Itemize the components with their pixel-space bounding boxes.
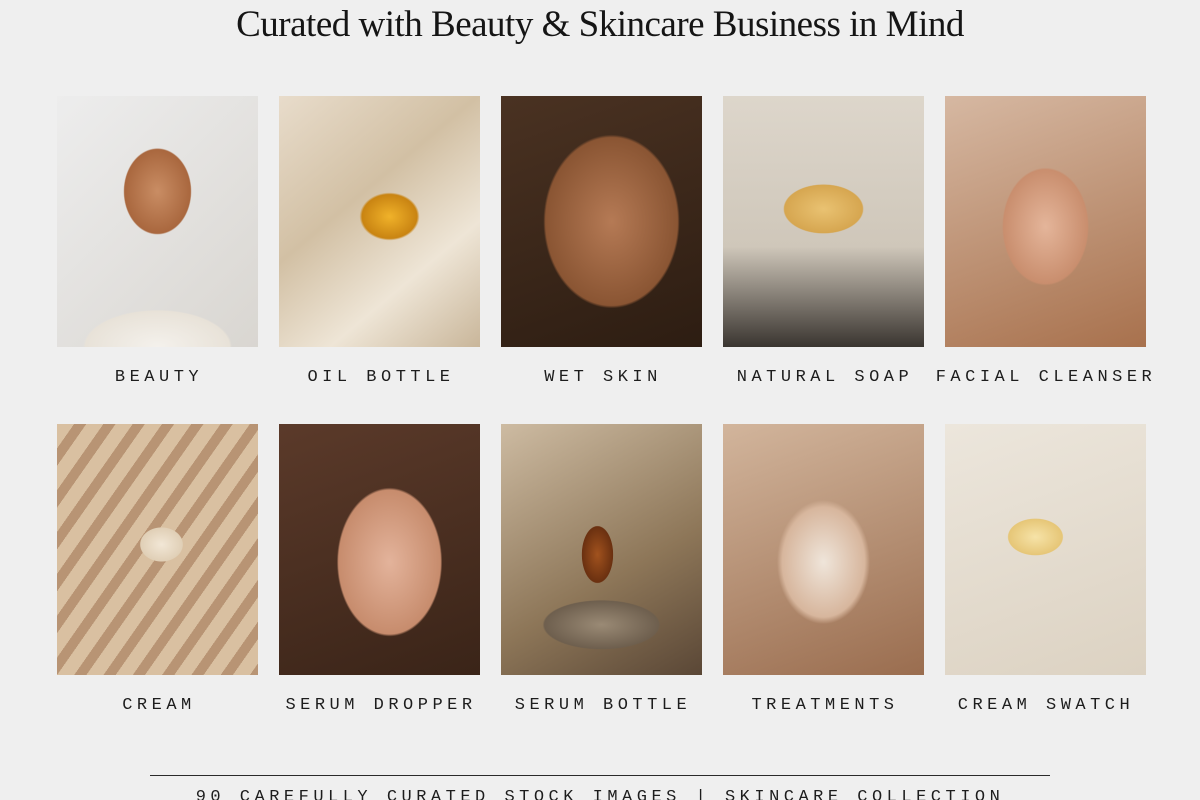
image-treatments[interactable] bbox=[723, 424, 924, 675]
label-wet-skin: WET SKIN bbox=[544, 368, 662, 387]
image-oil-bottle[interactable] bbox=[279, 96, 480, 347]
label-treatments: TREATMENTS bbox=[751, 696, 899, 715]
image-serum-bottle[interactable] bbox=[501, 424, 702, 675]
page-title: Curated with Beauty & Skincare Business … bbox=[236, 4, 964, 45]
image-serum-dropper[interactable] bbox=[279, 424, 480, 675]
label-cream-swatch: CREAM SWATCH bbox=[957, 696, 1135, 715]
label-natural-soap: NATURAL SOAP bbox=[736, 368, 914, 387]
image-facial-cleanser[interactable] bbox=[945, 96, 1146, 347]
label-oil-bottle: OIL BOTTLE bbox=[307, 368, 455, 387]
label-serum-bottle: SERUM BOTTLE bbox=[514, 696, 692, 715]
image-cream[interactable] bbox=[57, 424, 258, 675]
image-natural-soap[interactable] bbox=[723, 96, 924, 347]
label-facial-cleanser: FACIAL CLEANSER bbox=[935, 368, 1157, 387]
footer-caption: 90 CAREFULLY CURATED STOCK IMAGES | SKIN… bbox=[195, 788, 1005, 800]
label-beauty: BEAUTY bbox=[114, 368, 204, 387]
footer-divider bbox=[150, 775, 1050, 776]
image-beauty[interactable] bbox=[57, 96, 258, 347]
image-cream-swatch[interactable] bbox=[945, 424, 1146, 675]
image-wet-skin[interactable] bbox=[501, 96, 702, 347]
label-cream: CREAM bbox=[122, 696, 196, 715]
label-serum-dropper: SERUM DROPPER bbox=[285, 696, 477, 715]
